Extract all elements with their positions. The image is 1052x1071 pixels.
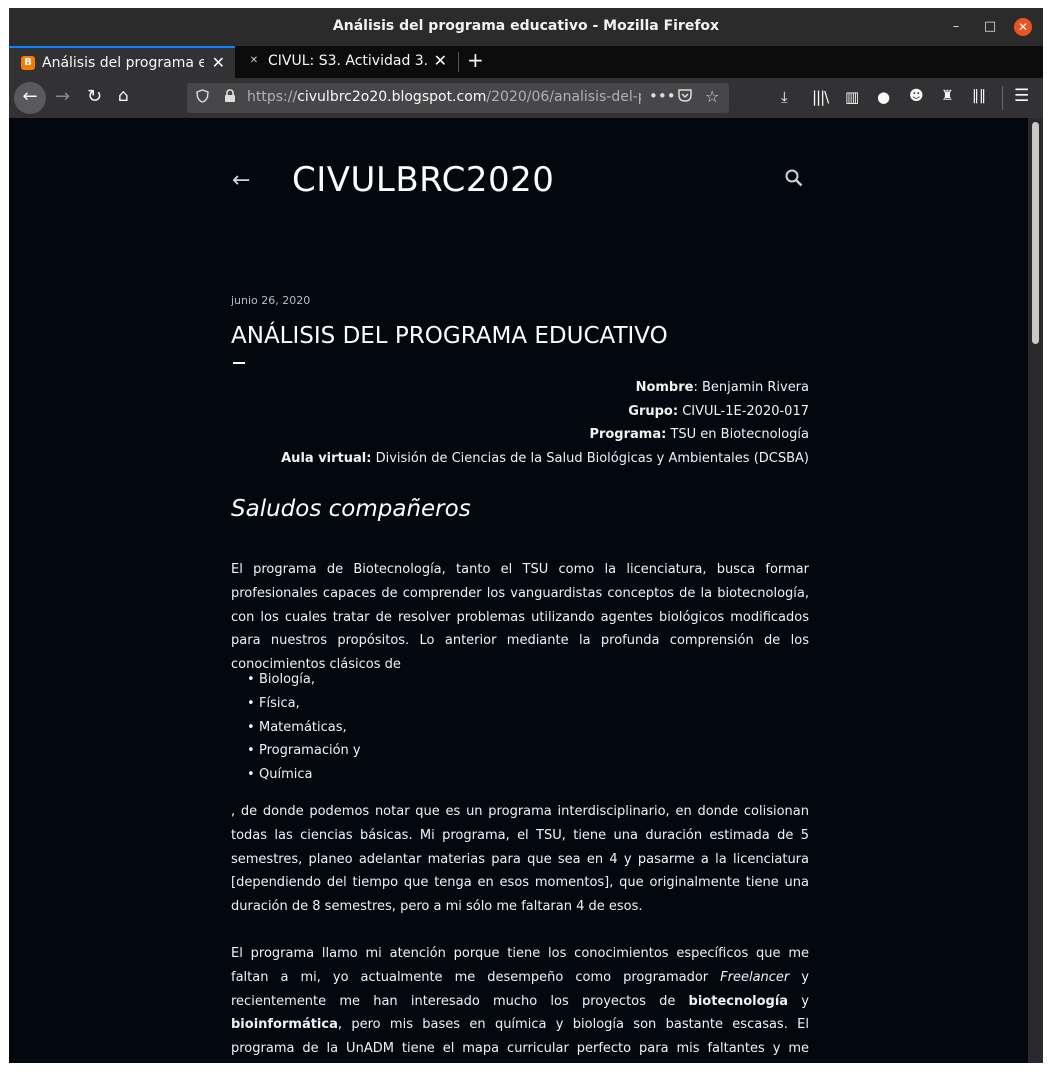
library-icon[interactable]: |||\	[812, 88, 829, 106]
list-item: Matemáticas,	[247, 716, 361, 740]
blog-title[interactable]: CIVULBRC2020	[292, 160, 554, 200]
extension-icon[interactable]: ♜	[941, 88, 954, 104]
civul-icon: ✕	[249, 55, 259, 66]
meta-line: Aula virtual: División de Ciencias de la…	[281, 450, 809, 466]
post-title: ANÁLISIS DEL PROGRAMA EDUCATIVO	[231, 323, 668, 349]
tab-bar: B Análisis del programa educativo ✕ ✕ CI…	[9, 46, 1043, 78]
paragraph: El programa llamo mi atención porque tie…	[231, 946, 809, 1057]
firefox-window: Análisis del programa educativo - Mozill…	[9, 8, 1043, 1063]
list-item: Química	[247, 763, 361, 787]
account-icon[interactable]: ●	[877, 88, 890, 106]
new-tab-button[interactable]: +	[467, 48, 484, 72]
window-title: Análisis del programa educativo - Mozill…	[332, 18, 720, 34]
tab-civul[interactable]: ✕ CIVUL: S3. Actividad 3. Análisis ✕	[235, 46, 457, 78]
home-button[interactable]: ⌂	[118, 86, 129, 106]
minimize-button[interactable]: –	[947, 18, 965, 36]
meta-line: Nombre: Benjamin Rivera	[635, 380, 809, 395]
back-button[interactable]: ←	[14, 82, 46, 114]
post-date[interactable]: junio 26, 2020	[231, 294, 310, 307]
meta-line: Programa: TSU en Biotecnología	[589, 427, 809, 442]
sidebar-icon[interactable]: ▥	[845, 88, 859, 106]
tab-close-icon[interactable]: ✕	[434, 51, 447, 70]
paragraph: El programa de Biotecnología, tanto el T…	[231, 562, 809, 673]
subjects-list: Biología, Física, Matemáticas, Programac…	[247, 668, 361, 787]
greeting-heading: Saludos compañeros	[231, 496, 471, 522]
blogger-icon: B	[21, 56, 35, 70]
maximize-button[interactable]: □	[981, 18, 999, 36]
blog-back-arrow-icon[interactable]: ←	[232, 168, 250, 193]
tab-separator	[458, 52, 459, 72]
title-bar: Análisis del programa educativo - Mozill…	[9, 8, 1043, 46]
tracking-protection-icon[interactable]	[196, 89, 209, 107]
search-icon[interactable]	[784, 168, 806, 190]
tab-label: Análisis del programa educativo	[42, 55, 204, 71]
page-actions-icon[interactable]: •••	[649, 87, 676, 105]
post-meta: Nombre: Benjamin Rivera Grupo: CIVUL-1E-…	[231, 376, 809, 470]
list-item: Física,	[247, 692, 361, 716]
meta-line: Grupo: CIVUL-1E-2020-017	[628, 403, 809, 419]
tab-label: CIVUL: S3. Actividad 3. Análisis	[268, 53, 430, 69]
reload-button[interactable]: ↻	[87, 86, 102, 107]
download-icon[interactable]: ⤓	[781, 88, 788, 106]
title-divider	[233, 362, 245, 364]
url-text[interactable]: https://civulbrc2o20.blogspot.com/2020/0…	[247, 89, 641, 105]
list-item: Programación y	[247, 739, 361, 763]
scrollbar[interactable]	[1028, 118, 1043, 1063]
page-content: ← CIVULBRC2020 junio 26, 2020 ANÁLISIS D…	[9, 118, 1043, 1063]
extension-icon[interactable]: ‖‖	[972, 88, 986, 104]
scrollbar-thumb[interactable]	[1032, 122, 1039, 344]
toolbar-separator	[1002, 86, 1003, 110]
tab-close-icon[interactable]: ✕	[212, 53, 225, 72]
forward-button[interactable]: →	[55, 86, 70, 107]
hamburger-menu-icon[interactable]: ☰	[1014, 86, 1029, 106]
close-window-button[interactable]: ✕	[1014, 18, 1032, 36]
pocket-icon[interactable]	[677, 88, 693, 107]
navigation-bar: ← → ↻ ⌂ https://civulbrc2o20.blogspot.co…	[9, 78, 1043, 118]
list-item: Biología,	[247, 668, 361, 692]
lock-icon[interactable]	[224, 89, 236, 107]
url-bar[interactable]: https://civulbrc2o20.blogspot.com/2020/0…	[187, 83, 729, 113]
extension-icon[interactable]: ☻	[909, 88, 924, 104]
tab-analisis[interactable]: B Análisis del programa educativo ✕	[9, 46, 235, 78]
bookmark-star-icon[interactable]: ☆	[705, 87, 719, 106]
paragraph: , de donde podemos notar que es un progr…	[231, 804, 809, 915]
